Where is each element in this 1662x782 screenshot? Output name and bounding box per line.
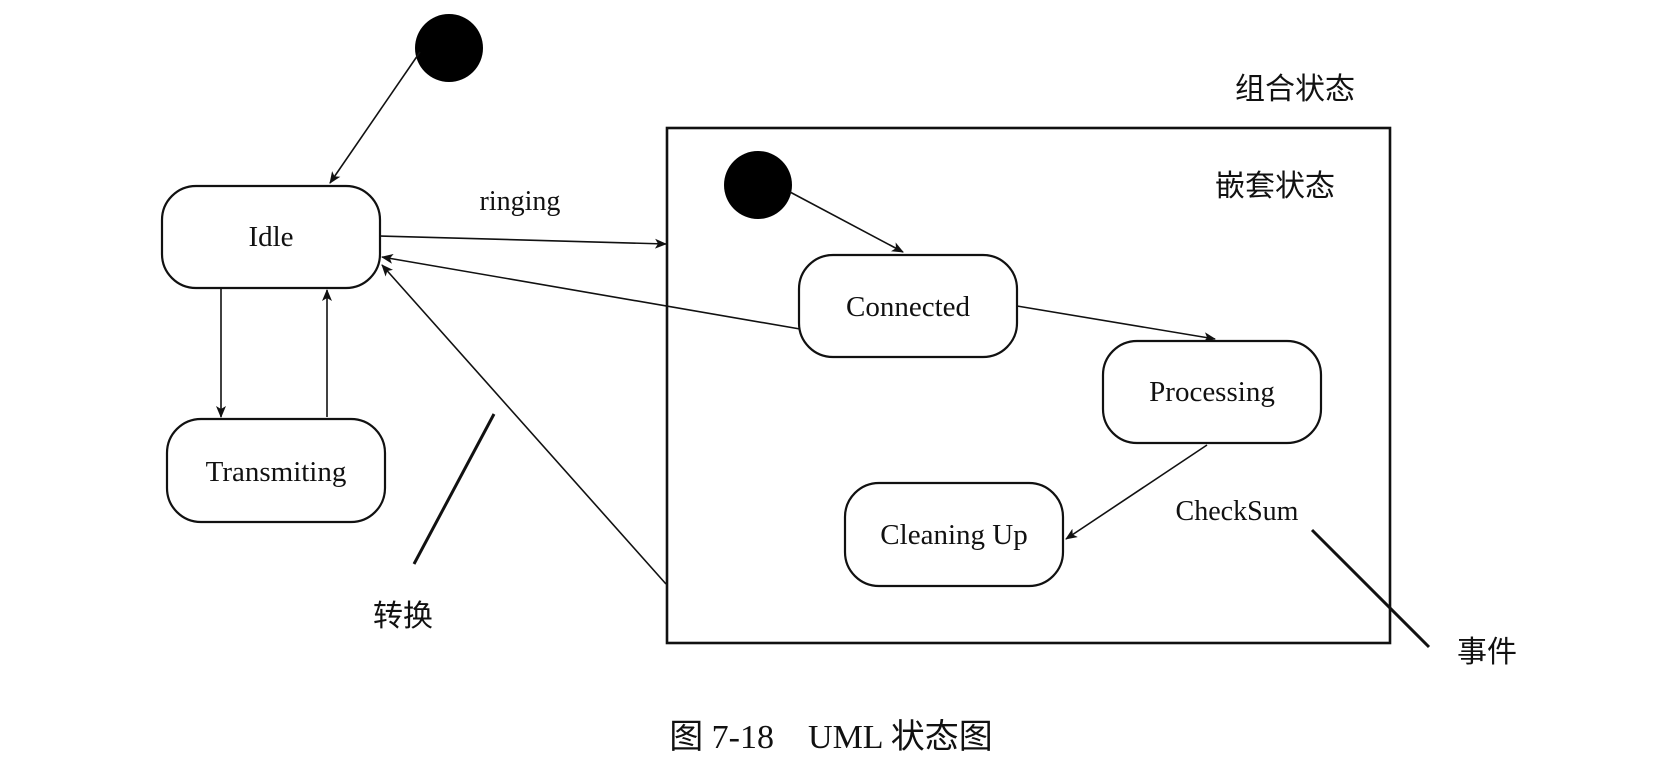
state-transmitting: Transmiting	[165, 417, 387, 524]
leader-event	[1310, 528, 1431, 649]
edge-connected-to-processing	[1016, 305, 1216, 343]
initial-pseudostate-top	[415, 14, 483, 82]
edge-nested-initial-to-connected	[789, 191, 904, 253]
state-processing: Processing	[1101, 339, 1323, 445]
state-connected-label: Connected	[846, 291, 971, 323]
initial-pseudostate-nested	[724, 151, 792, 219]
state-cleaning-up: Cleaning Up	[843, 481, 1065, 588]
annotation-transition: 转换	[373, 599, 433, 634]
edge-connected-to-idle	[381, 253, 801, 330]
edge-initial-to-idle	[329, 51, 421, 184]
diagram-canvas: Idle Transmiting Connected Processing Cl…	[0, 0, 1662, 778]
state-processing-label: Processing	[1149, 376, 1275, 408]
annotation-event: 事件	[1457, 635, 1517, 670]
edge-composite-to-idle	[381, 264, 667, 585]
edge-label-checksum: CheckSum	[1176, 496, 1299, 527]
state-idle: Idle	[160, 184, 382, 290]
figure-caption: 图 7-18 UML 状态图	[669, 718, 993, 756]
state-connected: Connected	[797, 253, 1019, 359]
leader-transition	[412, 413, 496, 565]
edge-label-ringing: ringing	[480, 186, 561, 217]
state-transmitting-label: Transmiting	[206, 456, 347, 488]
uml-state-diagram: Idle Transmiting Connected Processing Cl…	[160, 14, 1517, 756]
edge-idle-to-composite-ringing	[379, 235, 667, 249]
state-cleaning-up-label: Cleaning Up	[880, 519, 1027, 551]
annotation-composite-state: 组合状态	[1235, 72, 1355, 107]
state-idle-label: Idle	[248, 221, 293, 253]
annotation-nested-state: 嵌套状态	[1215, 169, 1335, 204]
